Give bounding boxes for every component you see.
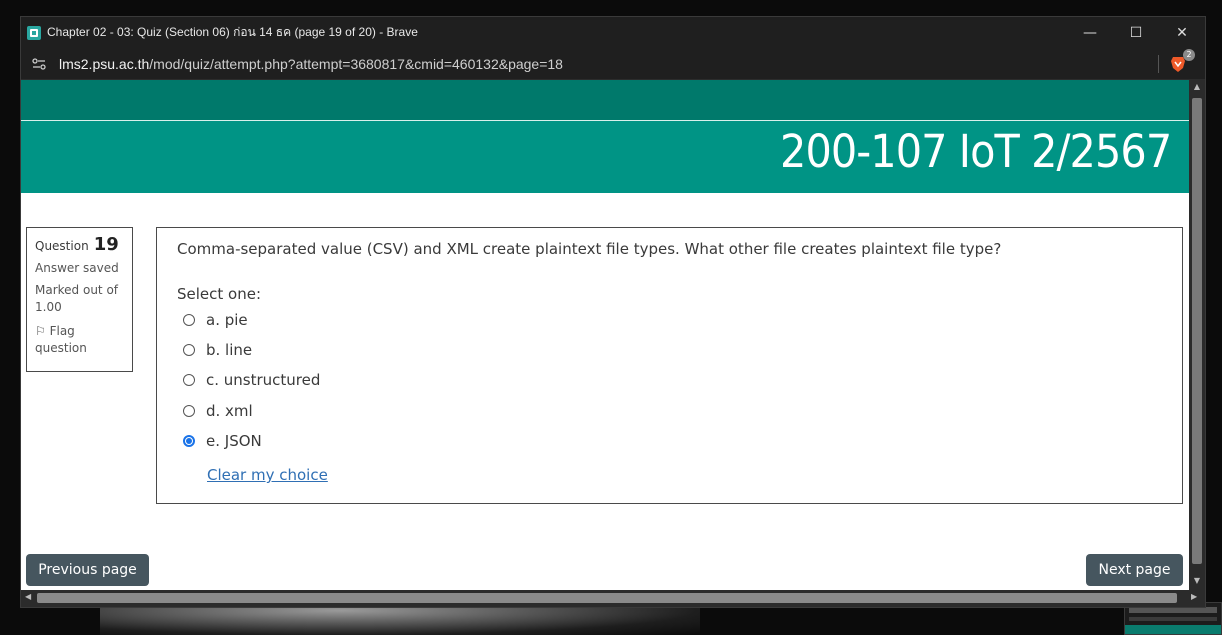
close-button[interactable]: ✕ — [1159, 17, 1205, 48]
brave-shields[interactable]: 2 — [1158, 48, 1195, 73]
address-bar[interactable]: lms2.psu.ac.th/mod/quiz/attempt.php?atte… — [21, 48, 1205, 80]
option-e-label[interactable]: e. JSON — [206, 432, 262, 450]
option-d[interactable]: d. xml — [183, 402, 253, 420]
horizontal-scroll-thumb[interactable] — [37, 593, 1177, 603]
window-controls: — ☐ ✕ — [1067, 17, 1205, 48]
horizontal-scrollbar[interactable]: ◀ ▶ — [21, 590, 1205, 607]
question-number: 19 — [93, 234, 119, 255]
question-label: Question — [35, 239, 89, 253]
option-e[interactable]: e. JSON — [183, 432, 262, 450]
url-host: lms2.psu.ac.th — [59, 55, 150, 72]
course-header: 200-107 IoT 2/2567 — [21, 121, 1189, 193]
site-settings-icon[interactable] — [31, 56, 47, 72]
question-info-panel: Question 19 Answer saved Marked out of 1… — [26, 227, 133, 372]
flag-icon: ⚐ — [35, 324, 46, 338]
option-c-label[interactable]: c. unstructured — [206, 371, 320, 389]
minimize-button[interactable]: — — [1067, 17, 1113, 48]
select-one-prompt: Select one: — [177, 285, 262, 303]
scroll-down-icon[interactable]: ▼ — [1189, 576, 1205, 585]
question-content: Comma-separated value (CSV) and XML crea… — [156, 227, 1183, 504]
option-d-radio[interactable] — [183, 405, 195, 417]
course-title: 200-107 IoT 2/2567 — [779, 125, 1172, 178]
scroll-left-icon[interactable]: ◀ — [25, 592, 31, 601]
option-a-label[interactable]: a. pie — [206, 311, 248, 329]
option-b-label[interactable]: b. line — [206, 341, 252, 359]
previous-page-button[interactable]: Previous page — [26, 554, 149, 586]
page-viewport: 200-107 IoT 2/2567 Question 19 Answer sa… — [21, 80, 1205, 590]
brave-lion-icon[interactable]: 2 — [1169, 48, 1195, 73]
browser-window: Chapter 02 - 03: Quiz (Section 06) ก่อน … — [20, 16, 1206, 608]
option-c-radio[interactable] — [183, 374, 195, 386]
option-a[interactable]: a. pie — [183, 311, 248, 329]
question-text: Comma-separated value (CSV) and XML crea… — [177, 240, 1002, 258]
header-top-band — [21, 80, 1189, 120]
option-b-radio[interactable] — [183, 344, 195, 356]
next-page-button[interactable]: Next page — [1086, 554, 1183, 586]
option-e-radio[interactable] — [183, 435, 195, 447]
maximize-button[interactable]: ☐ — [1113, 17, 1159, 48]
option-d-label[interactable]: d. xml — [206, 402, 253, 420]
brave-app-icon — [27, 25, 41, 40]
marked-out-of: Marked out of 1.00 — [35, 283, 119, 314]
window-title: Chapter 02 - 03: Quiz (Section 06) ก่อน … — [47, 25, 418, 39]
clear-choice-link[interactable]: Clear my choice — [207, 466, 328, 484]
flag-question-link[interactable]: ⚐ Flag question — [35, 323, 124, 357]
title-bar: Chapter 02 - 03: Quiz (Section 06) ก่อน … — [21, 17, 1205, 48]
answer-status: Answer saved — [35, 261, 119, 275]
vertical-scrollbar[interactable]: ▲ ▼ — [1189, 80, 1205, 590]
option-a-radio[interactable] — [183, 314, 195, 326]
shields-count-badge: 2 — [1183, 48, 1195, 61]
scroll-up-icon[interactable]: ▲ — [1189, 82, 1205, 91]
url-path: /mod/quiz/attempt.php?attempt=3680817&cm… — [149, 55, 563, 72]
option-b[interactable]: b. line — [183, 341, 252, 359]
url-text[interactable]: lms2.psu.ac.th/mod/quiz/attempt.php?atte… — [59, 56, 563, 72]
vertical-scroll-thumb[interactable] — [1192, 98, 1202, 564]
scroll-right-icon[interactable]: ▶ — [1191, 592, 1197, 601]
option-c[interactable]: c. unstructured — [183, 371, 320, 389]
